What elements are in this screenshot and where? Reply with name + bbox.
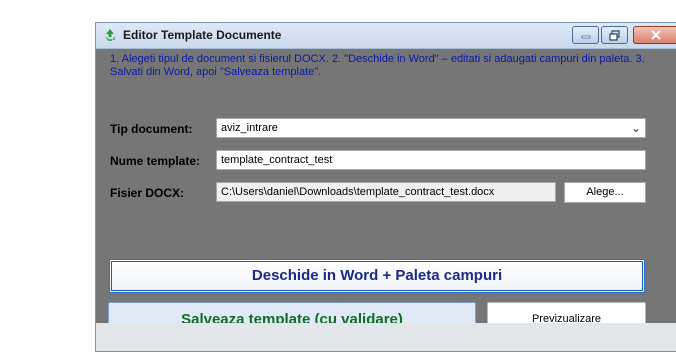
title-bar[interactable]: Editor Template Documente xyxy=(96,23,676,49)
nume-template-label: Nume template: xyxy=(110,154,201,168)
client-area: 1. Alegeti tipul de document si fisierul… xyxy=(96,49,676,337)
close-icon xyxy=(650,30,661,40)
nume-template-input[interactable]: template_contract_test xyxy=(216,150,646,170)
tip-document-select[interactable]: aviz_intrare ⌄ xyxy=(216,118,646,138)
nume-template-value: template_contract_test xyxy=(221,154,333,166)
fisier-docx-value: C:\Users\daniel\Downloads\template_contr… xyxy=(221,186,495,198)
minimize-icon xyxy=(581,35,590,39)
minimize-button[interactable] xyxy=(572,26,599,44)
tip-document-label: Tip document: xyxy=(110,122,193,136)
alege-button[interactable]: Alege... xyxy=(564,182,646,203)
editor-window: Editor Template Documente 1. Alegeti tip… xyxy=(95,22,676,352)
status-area xyxy=(96,323,676,351)
tip-document-value: aviz_intrare xyxy=(221,122,278,134)
window-title: Editor Template Documente xyxy=(123,28,282,42)
close-button[interactable] xyxy=(633,26,676,44)
instructions-text: 1. Alegeti tipul de document si fisierul… xyxy=(110,53,645,78)
chevron-down-icon: ⌄ xyxy=(630,121,641,135)
recycle-icon xyxy=(105,29,115,41)
fisier-docx-field[interactable]: C:\Users\daniel\Downloads\template_contr… xyxy=(216,182,556,202)
open-word-button[interactable]: Deschide in Word + Paleta campuri xyxy=(109,259,645,293)
fisier-docx-label: Fisier DOCX: xyxy=(110,186,185,200)
restore-icon xyxy=(609,29,620,41)
restore-button[interactable] xyxy=(601,26,628,44)
